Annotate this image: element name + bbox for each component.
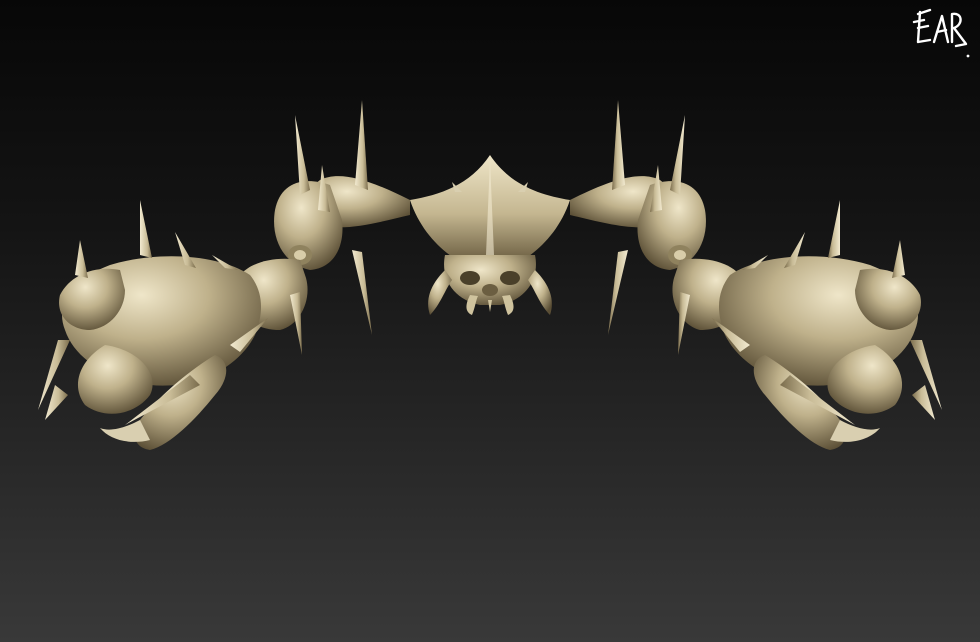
crab-body (410, 155, 570, 315)
left-arm (38, 100, 410, 450)
crab-creature (38, 100, 942, 450)
right-arm (570, 100, 942, 450)
artist-signature (912, 8, 970, 58)
render-viewport (0, 0, 980, 642)
